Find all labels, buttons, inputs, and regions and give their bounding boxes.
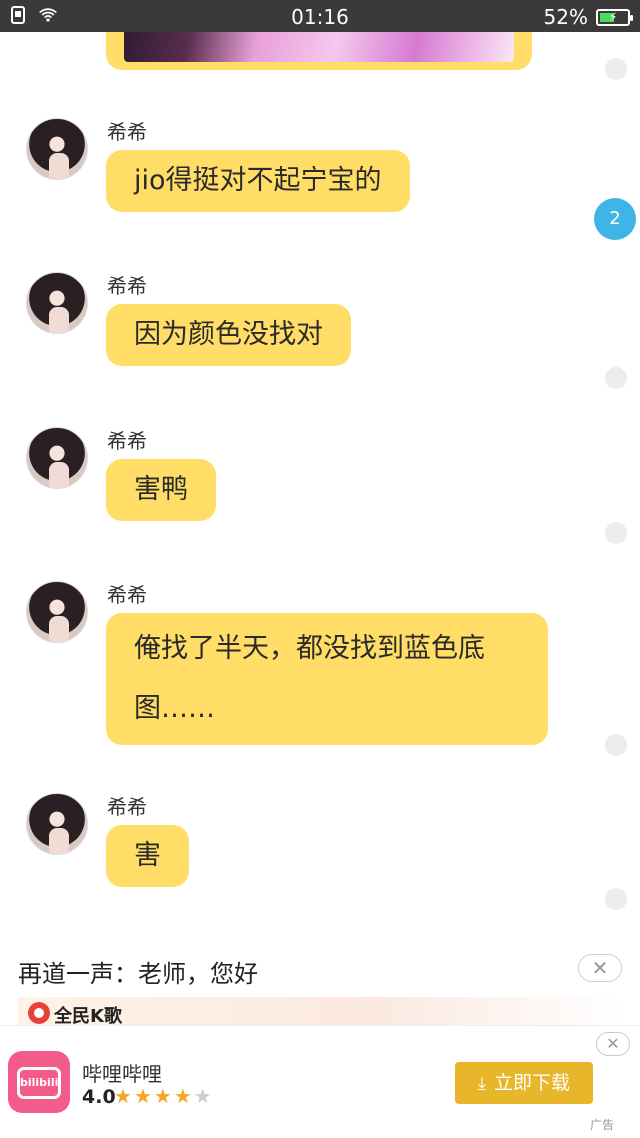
message-bubble[interactable]: 害: [106, 825, 189, 887]
avatar[interactable]: [26, 427, 88, 489]
star-filled-icon: ★: [133, 1084, 154, 1108]
app-icon-text: bilibili: [17, 1067, 61, 1099]
sender-name: 希希: [107, 120, 147, 144]
image-message[interactable]: [106, 32, 532, 70]
star-filled-icon: ★: [173, 1084, 194, 1108]
message-bubble[interactable]: 害鸭: [106, 459, 216, 521]
read-dot: [605, 522, 627, 544]
sender-name: 希希: [107, 583, 147, 607]
download-button[interactable]: ⤓ 立即下载: [455, 1062, 593, 1104]
rating-stars: ★★★★★: [114, 1084, 214, 1108]
download-label: 立即下载: [493, 1072, 570, 1094]
avatar[interactable]: [26, 581, 88, 643]
notice-text[interactable]: 再道一声：老师，您好: [18, 954, 258, 989]
status-right: 52% ⚡: [543, 5, 633, 29]
app-ad[interactable]: ✕ bilibili 哔哩哔哩 4.0 ★★★★★ ⤓ 立即下载 广告: [0, 1025, 640, 1138]
read-dot: [605, 734, 627, 756]
star-filled-icon: ★: [153, 1084, 174, 1108]
ad-label: 广告: [590, 1118, 615, 1132]
chat-list[interactable]: 希希 jio得挺对不起宁宝的 2 希希 因为颜色没找对 希希 害鸭 希希 俺找了…: [0, 32, 640, 952]
charging-icon: ⚡: [609, 9, 618, 24]
read-dot: [605, 58, 627, 80]
app-icon[interactable]: bilibili: [8, 1051, 70, 1113]
message-bubble[interactable]: 因为颜色没找对: [106, 304, 351, 366]
ad-close-icon[interactable]: ✕: [596, 1032, 630, 1056]
close-icon[interactable]: ✕: [578, 954, 622, 982]
brand-banner[interactable]: 全民K歌: [18, 997, 622, 1027]
app-name: 哔哩哔哩: [82, 1062, 162, 1086]
karaoke-logo-icon: [28, 1002, 50, 1024]
read-dot: [605, 367, 627, 389]
avatar[interactable]: [26, 793, 88, 855]
star-filled-icon: ★: [114, 1084, 134, 1108]
download-icon: ⤓: [478, 1073, 486, 1094]
battery-icon: ⚡: [596, 8, 633, 26]
rating-value: 4.0: [82, 1086, 116, 1108]
sender-name: 希希: [107, 429, 147, 453]
avatar[interactable]: [26, 272, 88, 334]
read-dot: [605, 888, 627, 910]
star-empty-icon: ★: [193, 1084, 214, 1108]
sender-name: 希希: [107, 274, 147, 298]
notice-bar: 再道一声：老师，您好 ✕: [0, 940, 640, 998]
message-bubble[interactable]: jio得挺对不起宁宝的: [106, 150, 410, 212]
image-thumbnail[interactable]: [124, 32, 514, 62]
sender-name: 希希: [107, 795, 147, 819]
unread-badge[interactable]: 2: [594, 198, 636, 240]
avatar[interactable]: [26, 118, 88, 180]
message-bubble[interactable]: 俺找了半天，都没找到蓝色底图……: [106, 613, 548, 745]
status-bar: 01:16 52% ⚡: [0, 0, 640, 32]
battery-percent: 52%: [543, 5, 588, 29]
